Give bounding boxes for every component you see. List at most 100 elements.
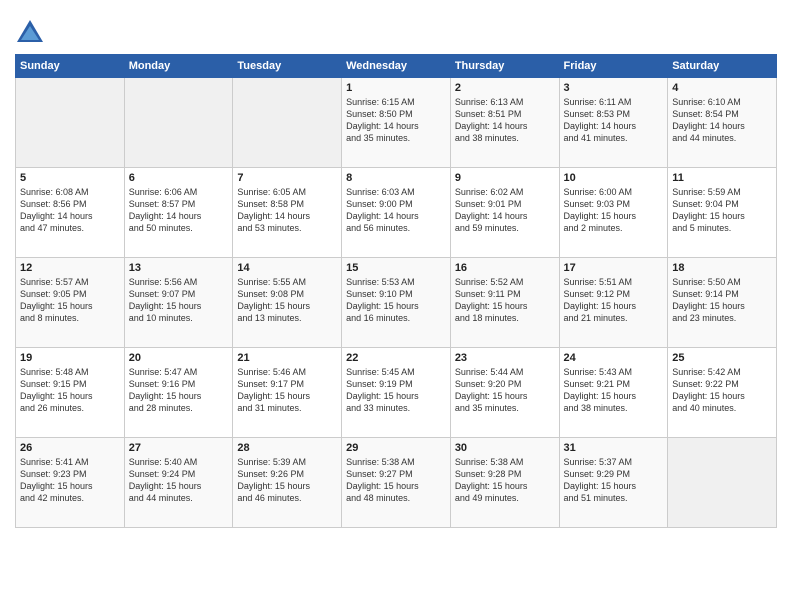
cell-content: Sunrise: 5:43 AMSunset: 9:21 PMDaylight:… — [564, 366, 664, 415]
day-header-tuesday: Tuesday — [233, 55, 342, 78]
calendar-cell: 7 Sunrise: 6:05 AMSunset: 8:58 PMDaylight… — [233, 168, 342, 258]
cell-content: Sunrise: 5:44 AMSunset: 9:20 PMDaylight:… — [455, 366, 555, 415]
calendar-cell: 1 Sunrise: 6:15 AMSunset: 8:50 PMDaylight… — [342, 78, 451, 168]
day-number: 14 — [237, 262, 337, 274]
logo — [15, 18, 49, 46]
day-number: 13 — [129, 262, 229, 274]
cell-content: Sunrise: 5:55 AMSunset: 9:08 PMDaylight:… — [237, 276, 337, 325]
calendar-cell: 16Sunrise: 5:52 AMSunset: 9:11 PMDayligh… — [450, 258, 559, 348]
calendar-cell: 29 Sunrise: 5:38 AMSunset: 9:27 PMDayligh… — [342, 438, 451, 528]
cell-content: Sunrise: 5:59 AMSunset: 9:04 PMDaylight:… — [672, 186, 772, 235]
calendar-cell: 8Sunrise: 6:03 AMSunset: 9:00 PMDaylight… — [342, 168, 451, 258]
day-number: 27 — [129, 442, 229, 454]
day-number: 11 — [672, 172, 772, 184]
day-number: 5 — [20, 172, 120, 184]
day-number: 21 — [237, 352, 337, 364]
day-number: 12 — [20, 262, 120, 274]
day-number: 10 — [564, 172, 664, 184]
calendar-cell: 9 Sunrise: 6:02 AMSunset: 9:01 PMDaylight… — [450, 168, 559, 258]
day-header-sunday: Sunday — [16, 55, 125, 78]
day-number: 30 — [455, 442, 555, 454]
calendar-cell: 31Sunrise: 5:37 AMSunset: 9:29 PMDayligh… — [559, 438, 668, 528]
day-number: 26 — [20, 442, 120, 454]
calendar-cell: 20 Sunrise: 5:47 AMSunset: 9:16 PMDayligh… — [124, 348, 233, 438]
cell-content: Sunrise: 5:42 AMSunset: 9:22 PMDaylight:… — [672, 366, 772, 415]
calendar-cell: 14 Sunrise: 5:55 AMSunset: 9:08 PMDayligh… — [233, 258, 342, 348]
day-number: 23 — [455, 352, 555, 364]
day-header-saturday: Saturday — [668, 55, 777, 78]
calendar-cell: 19Sunrise: 5:48 AMSunset: 9:15 PMDayligh… — [16, 348, 125, 438]
day-number: 3 — [564, 82, 664, 94]
day-number: 9 — [455, 172, 555, 184]
calendar-table: SundayMondayTuesdayWednesdayThursdayFrid… — [15, 54, 777, 528]
day-header-friday: Friday — [559, 55, 668, 78]
calendar-cell — [668, 438, 777, 528]
calendar-cell: 25 Sunrise: 5:42 AMSunset: 9:22 PMDayligh… — [668, 348, 777, 438]
day-number: 6 — [129, 172, 229, 184]
day-number: 15 — [346, 262, 446, 274]
day-number: 2 — [455, 82, 555, 94]
cell-content: Sunrise: 6:08 AMSunset: 8:56 PMDaylight:… — [20, 186, 120, 235]
cell-content: Sunrise: 6:13 AMSunset: 8:51 PMDaylight:… — [455, 96, 555, 145]
cell-content: Sunrise: 5:56 AMSunset: 9:07 PMDaylight:… — [129, 276, 229, 325]
day-number: 18 — [672, 262, 772, 274]
cell-content: Sunrise: 6:02 AMSunset: 9:01 PMDaylight:… — [455, 186, 555, 235]
cell-content: Sunrise: 5:50 AMSunset: 9:14 PMDaylight:… — [672, 276, 772, 325]
cell-content: Sunrise: 5:39 AMSunset: 9:26 PMDaylight:… — [237, 456, 337, 505]
calendar-week-row: 26 Sunrise: 5:41 AMSunset: 9:23 PMDayligh… — [16, 438, 777, 528]
cell-content: Sunrise: 6:11 AMSunset: 8:53 PMDaylight:… — [564, 96, 664, 145]
day-header-thursday: Thursday — [450, 55, 559, 78]
day-number: 17 — [564, 262, 664, 274]
calendar-cell: 15Sunrise: 5:53 AMSunset: 9:10 PMDayligh… — [342, 258, 451, 348]
cell-content: Sunrise: 5:46 AMSunset: 9:17 PMDaylight:… — [237, 366, 337, 415]
cell-content: Sunrise: 5:38 AMSunset: 9:27 PMDaylight:… — [346, 456, 446, 505]
calendar-cell: 6 Sunrise: 6:06 AMSunset: 8:57 PMDaylight… — [124, 168, 233, 258]
day-number: 24 — [564, 352, 664, 364]
calendar-cell: 3 Sunrise: 6:11 AMSunset: 8:53 PMDaylight… — [559, 78, 668, 168]
days-header-row: SundayMondayTuesdayWednesdayThursdayFrid… — [16, 55, 777, 78]
cell-content: Sunrise: 5:47 AMSunset: 9:16 PMDaylight:… — [129, 366, 229, 415]
cell-content: Sunrise: 6:10 AMSunset: 8:54 PMDaylight:… — [672, 96, 772, 145]
cell-content: Sunrise: 6:05 AMSunset: 8:58 PMDaylight:… — [237, 186, 337, 235]
day-number: 22 — [346, 352, 446, 364]
calendar-cell: 26 Sunrise: 5:41 AMSunset: 9:23 PMDayligh… — [16, 438, 125, 528]
calendar-cell: 17 Sunrise: 5:51 AMSunset: 9:12 PMDayligh… — [559, 258, 668, 348]
cell-content: Sunrise: 5:41 AMSunset: 9:23 PMDaylight:… — [20, 456, 120, 505]
calendar-cell: 23 Sunrise: 5:44 AMSunset: 9:20 PMDayligh… — [450, 348, 559, 438]
cell-content: Sunrise: 6:06 AMSunset: 8:57 PMDaylight:… — [129, 186, 229, 235]
calendar-week-row: 5 Sunrise: 6:08 AMSunset: 8:56 PMDaylight… — [16, 168, 777, 258]
calendar-cell — [233, 78, 342, 168]
cell-content: Sunrise: 5:45 AMSunset: 9:19 PMDaylight:… — [346, 366, 446, 415]
calendar-week-row: 19Sunrise: 5:48 AMSunset: 9:15 PMDayligh… — [16, 348, 777, 438]
calendar-cell: 21 Sunrise: 5:46 AMSunset: 9:17 PMDayligh… — [233, 348, 342, 438]
cell-content: Sunrise: 5:51 AMSunset: 9:12 PMDaylight:… — [564, 276, 664, 325]
page-header — [15, 10, 777, 46]
day-number: 19 — [20, 352, 120, 364]
calendar-cell: 10Sunrise: 6:00 AMSunset: 9:03 PMDayligh… — [559, 168, 668, 258]
calendar-cell: 4Sunrise: 6:10 AMSunset: 8:54 PMDaylight… — [668, 78, 777, 168]
day-number: 29 — [346, 442, 446, 454]
cell-content: Sunrise: 5:57 AMSunset: 9:05 PMDaylight:… — [20, 276, 120, 325]
calendar-cell: 13 Sunrise: 5:56 AMSunset: 9:07 PMDayligh… — [124, 258, 233, 348]
cell-content: Sunrise: 6:03 AMSunset: 9:00 PMDaylight:… — [346, 186, 446, 235]
day-number: 16 — [455, 262, 555, 274]
cell-content: Sunrise: 5:37 AMSunset: 9:29 PMDaylight:… — [564, 456, 664, 505]
day-number: 25 — [672, 352, 772, 364]
calendar-cell: 12 Sunrise: 5:57 AMSunset: 9:05 PMDayligh… — [16, 258, 125, 348]
logo-icon — [15, 18, 45, 46]
day-number: 1 — [346, 82, 446, 94]
calendar-cell: 24 Sunrise: 5:43 AMSunset: 9:21 PMDayligh… — [559, 348, 668, 438]
day-number: 7 — [237, 172, 337, 184]
calendar-cell: 5 Sunrise: 6:08 AMSunset: 8:56 PMDaylight… — [16, 168, 125, 258]
day-number: 28 — [237, 442, 337, 454]
calendar-cell: 22 Sunrise: 5:45 AMSunset: 9:19 PMDayligh… — [342, 348, 451, 438]
cell-content: Sunrise: 6:15 AMSunset: 8:50 PMDaylight:… — [346, 96, 446, 145]
calendar-cell: 11 Sunrise: 5:59 AMSunset: 9:04 PMDayligh… — [668, 168, 777, 258]
calendar-week-row: 1 Sunrise: 6:15 AMSunset: 8:50 PMDaylight… — [16, 78, 777, 168]
calendar-cell — [16, 78, 125, 168]
calendar-cell: 18 Sunrise: 5:50 AMSunset: 9:14 PMDayligh… — [668, 258, 777, 348]
day-number: 20 — [129, 352, 229, 364]
cell-content: Sunrise: 5:40 AMSunset: 9:24 PMDaylight:… — [129, 456, 229, 505]
calendar-cell: 27 Sunrise: 5:40 AMSunset: 9:24 PMDayligh… — [124, 438, 233, 528]
day-header-monday: Monday — [124, 55, 233, 78]
